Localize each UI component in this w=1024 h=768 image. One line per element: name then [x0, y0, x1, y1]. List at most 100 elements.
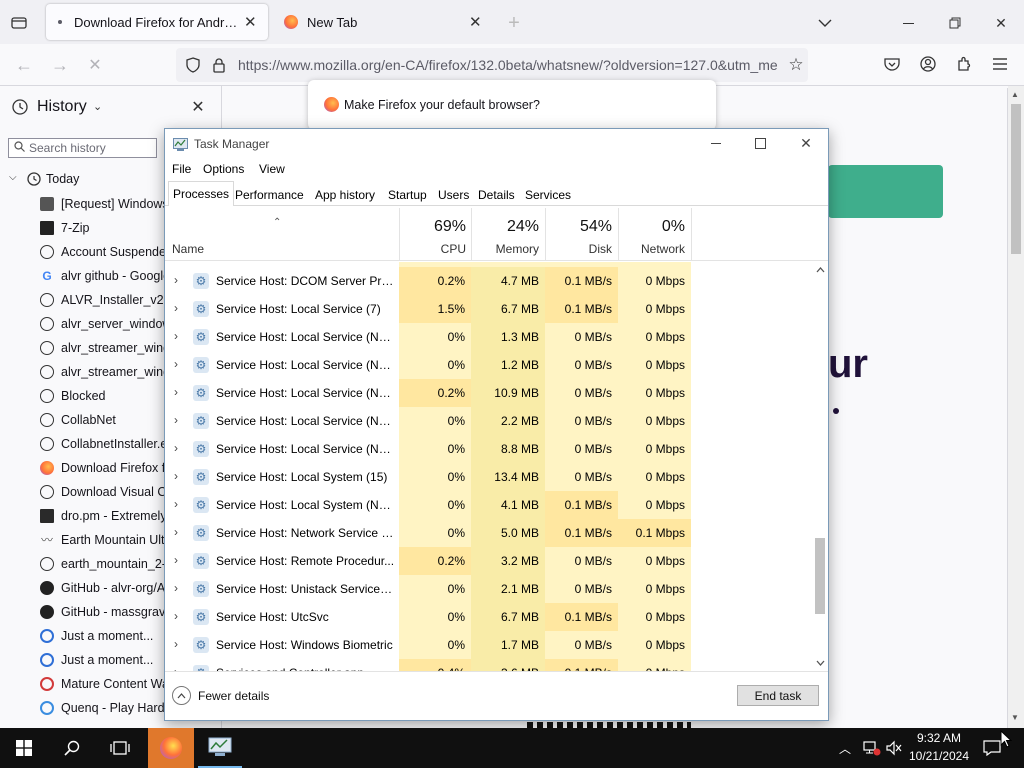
process-row[interactable]: › ⚙ Service Host: Local System (Net... 0% 4.… — [165, 491, 815, 519]
page-button[interactable] — [828, 165, 943, 218]
task-view-icon[interactable] — [108, 738, 132, 758]
chevron-down-icon[interactable]: ⌄ — [93, 100, 102, 113]
process-row[interactable]: › ⚙ Service Host: Unistack Service G... 0% 2… — [165, 575, 815, 603]
tab-performance[interactable]: Performance — [231, 184, 308, 206]
expand-chevron-icon[interactable]: › — [174, 581, 178, 595]
expand-chevron-icon[interactable]: › — [174, 301, 178, 315]
expand-chevron-icon[interactable]: › — [174, 357, 178, 371]
hamburger-menu-icon[interactable] — [989, 53, 1011, 75]
network-percent[interactable]: 0% — [619, 218, 685, 236]
windows-start-icon[interactable] — [12, 738, 36, 758]
tab-list-icon[interactable] — [8, 12, 30, 34]
process-row[interactable]: › ⚙ Service Host: UtcSvc 0% 6.7 MB 0.1 MB/s 0 … — [165, 603, 815, 631]
close-tab-icon[interactable]: ✕ — [244, 13, 257, 31]
history-group-today[interactable]: Today — [46, 172, 79, 186]
sidebar-title[interactable]: History — [37, 98, 87, 116]
expand-chevron-icon[interactable]: › — [174, 553, 178, 567]
expand-chevron-icon[interactable]: › — [174, 413, 178, 427]
stop-loading-icon[interactable]: ✕ — [84, 54, 106, 76]
tab-new-tab[interactable]: New Tab ✕ — [278, 4, 490, 40]
close-sidebar-icon[interactable]: ✕ — [187, 96, 209, 118]
url-text[interactable]: https://www.mozilla.org/en-CA/firefox/13… — [238, 57, 783, 73]
chevron-down-icon[interactable] — [814, 12, 836, 34]
scroll-down-icon[interactable]: ▼ — [1011, 713, 1019, 722]
menu-file[interactable]: File — [172, 162, 191, 176]
process-row[interactable]: › ⚙ Service Host: Local Service (No I... 0%… — [165, 407, 815, 435]
fewer-details-toggle[interactable]: Fewer details — [172, 686, 269, 705]
volume-muted-icon[interactable] — [883, 738, 905, 758]
network-label[interactable]: Network — [619, 242, 685, 256]
extensions-puzzle-icon[interactable] — [953, 53, 975, 75]
lock-icon[interactable] — [209, 55, 229, 75]
process-row[interactable]: › ⚙ Service Host: Local Service (Net... 0.2… — [165, 379, 815, 407]
process-row[interactable]: › ⚙ Service Host: Network Service (4) 0% 5.0… — [165, 519, 815, 547]
back-arrow-icon[interactable]: ← — [13, 54, 35, 76]
tab-startup[interactable]: Startup — [384, 184, 431, 206]
taskbar-firefox-app[interactable] — [148, 728, 194, 768]
tab-users[interactable]: Users — [434, 184, 473, 206]
network-status-icon[interactable] — [861, 738, 883, 758]
process-row[interactable]: › ⚙ Service Host: Remote Procedur... 0.2% 3.… — [165, 547, 815, 575]
scroll-up-icon[interactable]: ▲ — [1011, 90, 1019, 99]
process-row[interactable]: ›⚙Services and Controller app0.4%3.6 MB0… — [165, 659, 815, 671]
process-row[interactable]: › ⚙ Service Host: Local Service (No ... 0% 8… — [165, 435, 815, 463]
forward-arrow-icon[interactable]: → — [49, 54, 71, 76]
show-hidden-icons-chevron-icon[interactable]: ︿ — [839, 740, 851, 757]
expand-chevron-icon[interactable]: › — [174, 609, 178, 623]
cpu-percent[interactable]: 69% — [400, 218, 466, 236]
expand-chevron-icon[interactable]: › — [174, 637, 178, 651]
page-scrollbar[interactable]: ▲ ▼ — [1008, 86, 1024, 728]
memory-label[interactable]: Memory — [472, 242, 539, 256]
clock-date[interactable]: 10/21/2024 — [906, 749, 972, 763]
search-history-field[interactable]: Search history — [8, 138, 157, 158]
process-row[interactable]: › ⚙ Service Host: Local Service (Net... 0% 1… — [165, 323, 815, 351]
tab-app-history[interactable]: App history — [311, 184, 379, 206]
process-row[interactable]: › ⚙ Service Host: Local System (15) 0% 13.4 … — [165, 463, 815, 491]
tab-download-firefox[interactable]: Download Firefox for Android a ✕ — [46, 4, 268, 40]
memory-percent[interactable]: 24% — [472, 218, 539, 236]
expand-chevron-icon[interactable]: › — [174, 525, 178, 539]
process-row[interactable]: › ⚙ Service Host: Local Service (Net... 0% 1… — [165, 351, 815, 379]
close-window-icon[interactable]: ✕ — [990, 12, 1012, 34]
shield-icon[interactable] — [183, 55, 203, 75]
expand-chevron-icon[interactable]: › — [174, 329, 178, 343]
new-tab-plus-icon[interactable]: + — [503, 12, 525, 34]
pocket-icon[interactable] — [881, 53, 903, 75]
tab-processes[interactable]: Processes — [168, 181, 235, 206]
tab-details[interactable]: Details — [474, 184, 519, 206]
search-icon[interactable] — [60, 738, 84, 758]
process-row[interactable]: › ⚙ Service Host: DCOM Server Pro... 0.2% 4.… — [165, 267, 815, 295]
url-bar[interactable]: https://www.mozilla.org/en-CA/firefox/13… — [176, 48, 808, 82]
maximize-icon[interactable] — [749, 134, 771, 152]
process-row[interactable]: › ⚙ Service Host: Windows Biometric 0% 1.7 M… — [165, 631, 815, 659]
minimize-icon[interactable] — [705, 134, 727, 152]
scroll-down-icon[interactable] — [814, 657, 826, 669]
scrollbar-thumb[interactable] — [1011, 104, 1021, 254]
tab-services[interactable]: Services — [521, 184, 575, 206]
restore-icon[interactable] — [944, 12, 966, 34]
list-scrollbar[interactable] — [812, 262, 828, 671]
end-task-button[interactable]: End task — [737, 685, 819, 706]
expand-chevron-icon[interactable]: › — [174, 469, 178, 483]
process-row[interactable]: › ⚙ Service Host: Local Service (7) 1.5% 6.7… — [165, 295, 815, 323]
close-window-icon[interactable]: ✕ — [795, 134, 817, 152]
scrollbar-thumb[interactable] — [815, 538, 825, 614]
expand-chevron-icon[interactable]: › — [174, 273, 178, 287]
expand-chevron-icon[interactable]: ⌵ — [9, 172, 17, 183]
menu-view[interactable]: View — [259, 162, 285, 176]
disk-label[interactable]: Disk — [546, 242, 612, 256]
menu-options[interactable]: Options — [203, 162, 244, 176]
column-name[interactable]: Name — [172, 242, 204, 256]
close-tab-icon[interactable]: ✕ — [469, 13, 482, 31]
expand-chevron-icon[interactable]: › — [174, 385, 178, 399]
minimize-icon[interactable] — [897, 12, 919, 34]
taskbar-task-manager-app[interactable] — [198, 728, 242, 768]
cpu-label[interactable]: CPU — [400, 242, 466, 256]
expand-chevron-icon[interactable]: › — [174, 441, 178, 455]
bookmark-star-icon[interactable]: ☆ — [786, 55, 806, 75]
disk-percent[interactable]: 54% — [546, 218, 612, 236]
account-icon[interactable] — [917, 53, 939, 75]
scroll-up-icon[interactable] — [814, 264, 826, 276]
expand-chevron-icon[interactable]: › — [174, 497, 178, 511]
clock-time[interactable]: 9:32 AM — [906, 731, 972, 745]
